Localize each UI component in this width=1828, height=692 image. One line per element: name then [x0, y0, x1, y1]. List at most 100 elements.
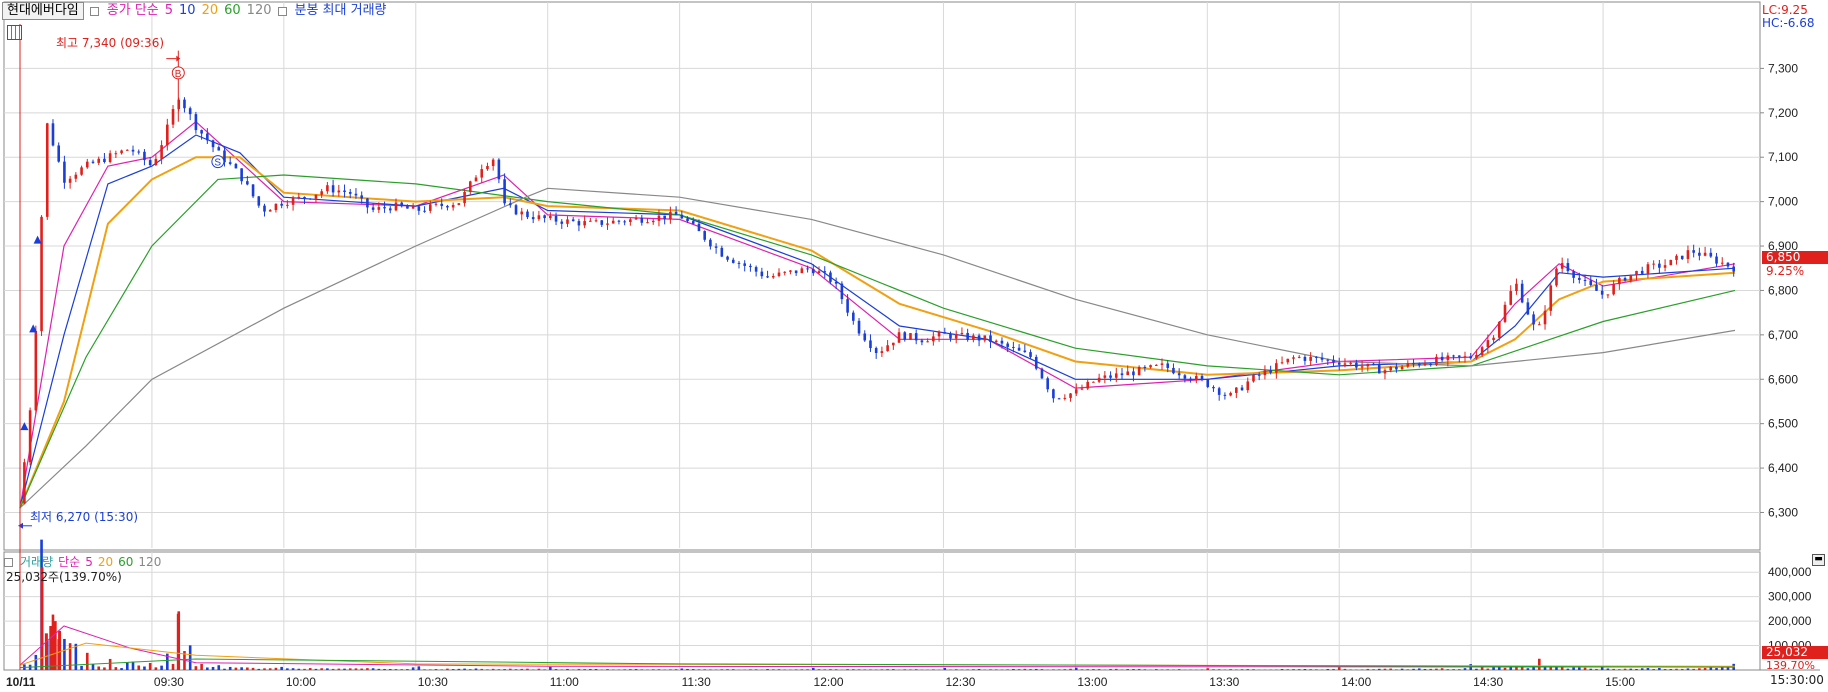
candle-body — [1709, 252, 1713, 257]
volume-bar — [1720, 667, 1724, 670]
candle-body — [783, 271, 787, 273]
volume-bar — [388, 668, 392, 670]
candle-body — [1492, 337, 1495, 341]
candle-body — [1595, 284, 1598, 291]
volume-bar — [411, 667, 415, 670]
candle-body — [1097, 377, 1101, 382]
volume-bar — [869, 669, 872, 670]
volume-bar — [834, 669, 838, 670]
candle-body — [57, 145, 60, 162]
legend-ma5: 5 — [164, 3, 174, 18]
candle-body — [1475, 354, 1478, 359]
candle-body — [697, 223, 701, 232]
candle-body — [143, 151, 146, 161]
candle-body — [1046, 378, 1049, 390]
candle-body — [857, 320, 861, 334]
volume-bar — [863, 669, 867, 670]
x-tick-label: 12:00 — [814, 675, 844, 689]
candle-body — [600, 220, 604, 225]
candle-body — [463, 191, 466, 204]
candle-body — [1275, 363, 1278, 373]
volume-bar — [1040, 669, 1044, 670]
candle-body — [1429, 363, 1432, 365]
candle-body — [983, 335, 987, 341]
candle-body — [1463, 356, 1467, 358]
candle-body — [354, 193, 358, 196]
candle-body — [1698, 252, 1701, 256]
candle-body — [240, 168, 243, 182]
legend-toggle-icon[interactable] — [89, 6, 99, 16]
grid-settings-icon[interactable] — [7, 25, 22, 40]
candle-body — [366, 198, 369, 208]
candle-body — [909, 333, 912, 340]
candle-body — [972, 335, 975, 340]
candle-body — [257, 196, 261, 206]
volume-bar — [457, 668, 461, 670]
volume-bar — [771, 669, 775, 670]
volume-bar — [1052, 669, 1055, 670]
volume-bar — [1457, 669, 1461, 670]
candle-body — [400, 202, 403, 207]
volume-bar — [240, 667, 243, 670]
candle-body — [669, 211, 672, 220]
volume-bar — [228, 666, 232, 670]
x-tick-label: 14:30 — [1473, 675, 1503, 689]
candle-body — [640, 218, 644, 223]
volume-bar — [371, 668, 375, 670]
candle-body — [874, 348, 878, 354]
candle-body — [1583, 279, 1587, 281]
candle-body — [571, 219, 575, 222]
candle-body — [1355, 362, 1358, 368]
candle-body — [914, 333, 918, 341]
candle-body — [1692, 250, 1695, 253]
candle-body — [680, 214, 684, 219]
candle-body — [148, 160, 152, 166]
candle-body — [1675, 255, 1678, 260]
candle-body — [1400, 366, 1404, 370]
candle-body — [331, 185, 335, 193]
candle-body — [1572, 271, 1575, 278]
volume-bar — [1566, 668, 1570, 670]
candle-body — [531, 217, 535, 220]
volume-bar — [1246, 669, 1250, 670]
candle-body — [1286, 358, 1290, 363]
candle-body — [1074, 389, 1078, 394]
stock-name[interactable]: 현대에버다임 — [2, 2, 84, 20]
volume-bar — [440, 669, 444, 670]
candle-body — [526, 211, 529, 218]
volume-bar — [977, 669, 981, 670]
candle-body — [1395, 366, 1398, 370]
candle-body — [1726, 262, 1730, 267]
volume-legend-toggle-icon[interactable] — [4, 557, 13, 567]
volume-bar — [1343, 668, 1347, 670]
volume-bar — [1057, 669, 1061, 670]
volume-bar — [754, 669, 758, 670]
candle-body — [1606, 294, 1610, 296]
volume-bar — [1080, 669, 1084, 670]
candle-body — [920, 340, 924, 343]
volume-bar — [1212, 669, 1215, 670]
candle-body — [1372, 363, 1375, 365]
candle-body — [468, 181, 472, 192]
candle-body — [1326, 359, 1330, 361]
candle-body — [589, 220, 592, 222]
volume-bar — [1417, 668, 1421, 670]
volume-bar — [486, 669, 489, 670]
volume-bar-peak — [44, 633, 48, 670]
candle-body — [726, 256, 729, 260]
candle-body — [892, 342, 895, 346]
candle-body — [1440, 356, 1444, 361]
pane-collapse-icon[interactable]: ▬ — [1812, 554, 1825, 566]
volume-bar — [446, 668, 449, 670]
candle-body — [1452, 355, 1455, 357]
volume-bar — [1675, 668, 1678, 670]
volume-bar — [537, 668, 541, 670]
candle-body — [1600, 290, 1604, 295]
candle-body — [303, 196, 306, 199]
candle-body — [1126, 371, 1130, 376]
extra-legend-toggle-icon[interactable] — [277, 6, 287, 16]
candle-body — [1063, 397, 1067, 399]
volume-bar — [291, 668, 295, 670]
volume-bar — [434, 669, 438, 670]
candle-body — [863, 333, 867, 341]
